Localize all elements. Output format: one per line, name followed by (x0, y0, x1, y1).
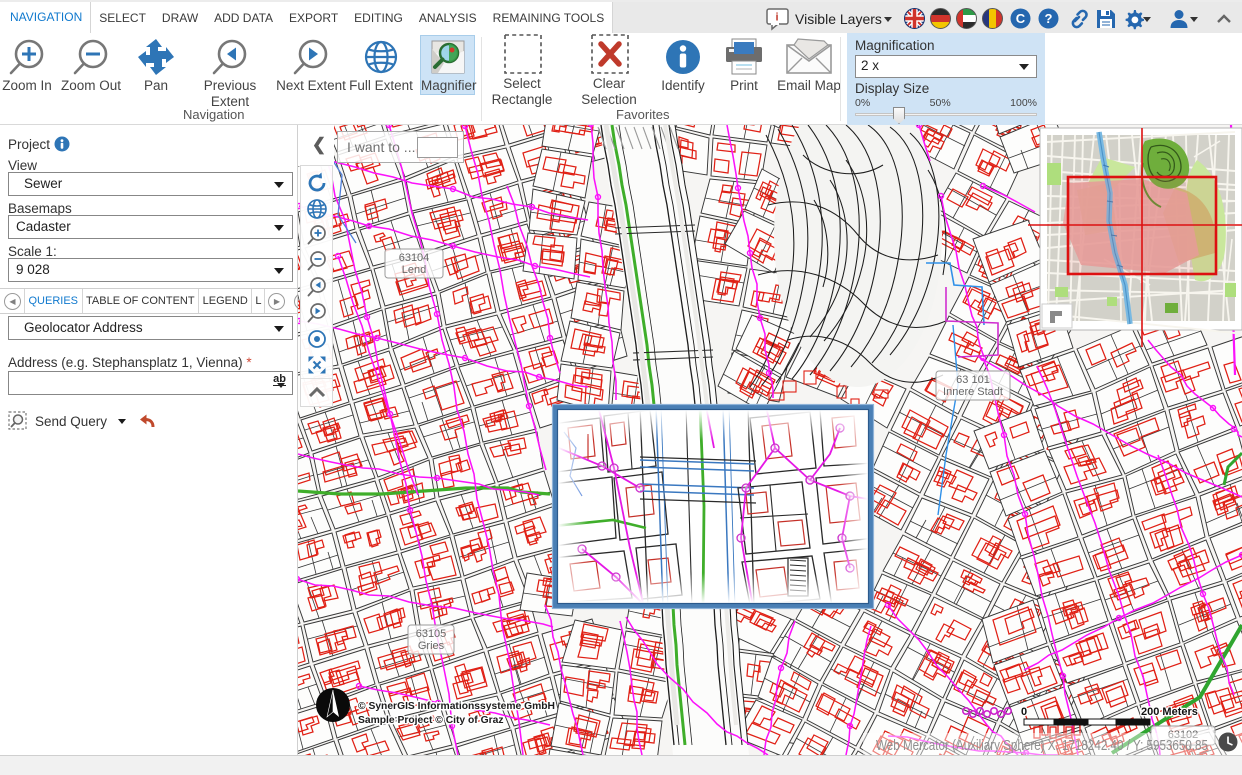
svg-text:C: C (1016, 11, 1026, 26)
svg-text:Web Mercator (Auxiliary Sphere: Web Mercator (Auxiliary Sphere) X: 17182… (876, 738, 1208, 754)
svg-text:0: 0 (1021, 706, 1027, 718)
svg-text:63 101: 63 101 (956, 374, 990, 386)
svg-text:200 Meters: 200 Meters (1141, 706, 1198, 718)
svg-text:63104: 63104 (399, 252, 430, 264)
svg-text:Lend: Lend (402, 264, 426, 276)
svg-text:?: ? (1045, 11, 1053, 26)
svg-text:Sample Project © City of Graz: Sample Project © City of Graz (358, 715, 504, 726)
svg-text:63105: 63105 (416, 628, 447, 640)
svg-text:Gries: Gries (418, 640, 445, 652)
svg-text:i: i (775, 11, 778, 23)
svg-text:© SynerGIS Informationssysteme: © SynerGIS Informationssysteme GmbH (358, 701, 555, 712)
svg-text:Innere Stadt: Innere Stadt (943, 386, 1003, 398)
